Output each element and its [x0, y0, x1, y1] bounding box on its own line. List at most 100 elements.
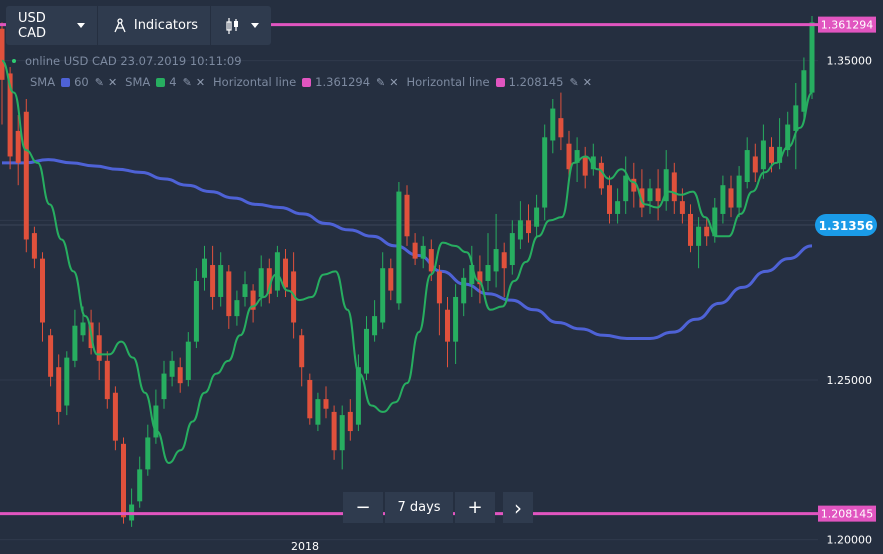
candle-body	[809, 22, 815, 93]
status-text: online USD CAD 23.07.2019 10:11:09	[25, 54, 242, 68]
indicator-value: 60	[74, 75, 89, 89]
candle-body	[801, 70, 807, 112]
candle-body	[542, 137, 548, 208]
candle-body	[218, 265, 224, 297]
candle-body	[210, 265, 216, 297]
candle-body	[40, 258, 45, 323]
candle-body	[202, 258, 207, 278]
indicators-icon	[114, 17, 126, 32]
indicators-label: Indicators	[133, 18, 199, 33]
candle-body	[647, 188, 653, 202]
candle-body	[412, 242, 418, 259]
candle-body	[283, 258, 288, 288]
chevron-down-icon	[76, 23, 85, 28]
candle-body	[655, 188, 661, 202]
indicator-type: Horizontal line	[213, 75, 297, 89]
candle-body	[509, 233, 515, 266]
symbol-selector[interactable]: USD CAD	[6, 6, 97, 45]
candle-body	[534, 207, 540, 227]
candle-body	[72, 325, 78, 361]
candle-body	[445, 309, 450, 342]
candle-body	[615, 201, 621, 214]
candle-body	[793, 105, 799, 131]
candle-body	[404, 194, 410, 237]
candle-body	[671, 172, 677, 202]
candle-body	[112, 392, 118, 441]
candle-body	[461, 277, 467, 304]
candle-body	[607, 185, 612, 214]
candle-body	[226, 271, 232, 317]
indicator-item: SMA 60 ✎ ✕	[30, 75, 117, 89]
candle-body	[121, 443, 126, 518]
candle-body	[744, 150, 750, 183]
candle-body	[428, 249, 434, 272]
chart-type-selector[interactable]	[211, 6, 271, 45]
online-status-dot	[12, 59, 16, 63]
candle-body	[436, 271, 442, 304]
candle-body	[420, 245, 426, 259]
x-axis: 2018	[291, 540, 319, 553]
candle-body	[493, 249, 499, 272]
candle-body	[31, 233, 37, 259]
candle-body	[526, 220, 531, 234]
indicator-color-swatch	[61, 77, 71, 87]
horizontal-line-label: 1.361294	[821, 19, 874, 32]
candle-body	[242, 284, 248, 297]
close-icon[interactable]: ✕	[583, 76, 592, 89]
pencil-icon[interactable]: ✎	[183, 76, 192, 89]
candle-body	[517, 220, 523, 240]
indicators-button[interactable]: Indicators	[98, 6, 210, 45]
candle-body	[688, 213, 693, 246]
next-button[interactable]: ›	[503, 492, 533, 523]
candle-body	[104, 360, 110, 400]
indicator-color-swatch	[302, 77, 312, 87]
candle-body	[380, 268, 386, 323]
candle-body	[331, 411, 337, 451]
candle-body	[15, 130, 21, 163]
candle-body	[56, 367, 62, 412]
zoom-in-button[interactable]: +	[455, 492, 495, 523]
candle-body	[769, 146, 774, 163]
candle-body	[96, 335, 102, 361]
candle-body	[720, 185, 726, 214]
candle-body	[582, 156, 588, 176]
candle-body	[315, 399, 321, 425]
candle-body	[339, 415, 345, 451]
candle-body	[623, 175, 629, 202]
candle-body	[485, 265, 491, 281]
pencil-icon[interactable]: ✎	[95, 76, 104, 89]
candle-body	[558, 118, 564, 138]
pencil-icon[interactable]: ✎	[376, 76, 385, 89]
close-icon[interactable]: ✕	[196, 76, 205, 89]
candle-body	[728, 188, 734, 208]
close-icon[interactable]: ✕	[389, 76, 398, 89]
zoom-out-button[interactable]: −	[343, 492, 383, 523]
indicator-color-swatch	[495, 77, 505, 87]
candle-body	[299, 335, 305, 368]
candle-body	[347, 411, 353, 432]
indicator-color-swatch	[156, 77, 166, 87]
indicator-value: 1.361294	[315, 75, 371, 89]
symbol-label: USD CAD	[18, 10, 46, 41]
indicator-item: SMA 4 ✎ ✕	[125, 75, 205, 89]
candle-body	[153, 405, 159, 438]
candle-body	[323, 399, 329, 409]
pencil-icon[interactable]: ✎	[570, 76, 579, 89]
period-label[interactable]: 7 days	[385, 492, 453, 523]
candle-body	[185, 341, 191, 380]
y-tick-label: 1.35000	[827, 55, 873, 68]
y-tick-label: 1.20000	[827, 534, 873, 547]
indicator-type: Horizontal line	[406, 75, 490, 89]
candle-body	[598, 162, 604, 189]
indicator-item: Horizontal line 1.361294 ✎ ✕	[213, 75, 398, 89]
candle-body	[453, 296, 459, 342]
candle-body	[679, 201, 685, 214]
indicator-item: Horizontal line 1.208145 ✎ ✕	[406, 75, 591, 89]
candle-body	[760, 140, 766, 170]
close-icon[interactable]: ✕	[108, 76, 117, 89]
candle-body	[137, 469, 143, 502]
candle-body	[355, 367, 361, 425]
candle-body	[169, 360, 175, 377]
candle-body	[388, 268, 394, 291]
candle-body	[161, 373, 167, 400]
